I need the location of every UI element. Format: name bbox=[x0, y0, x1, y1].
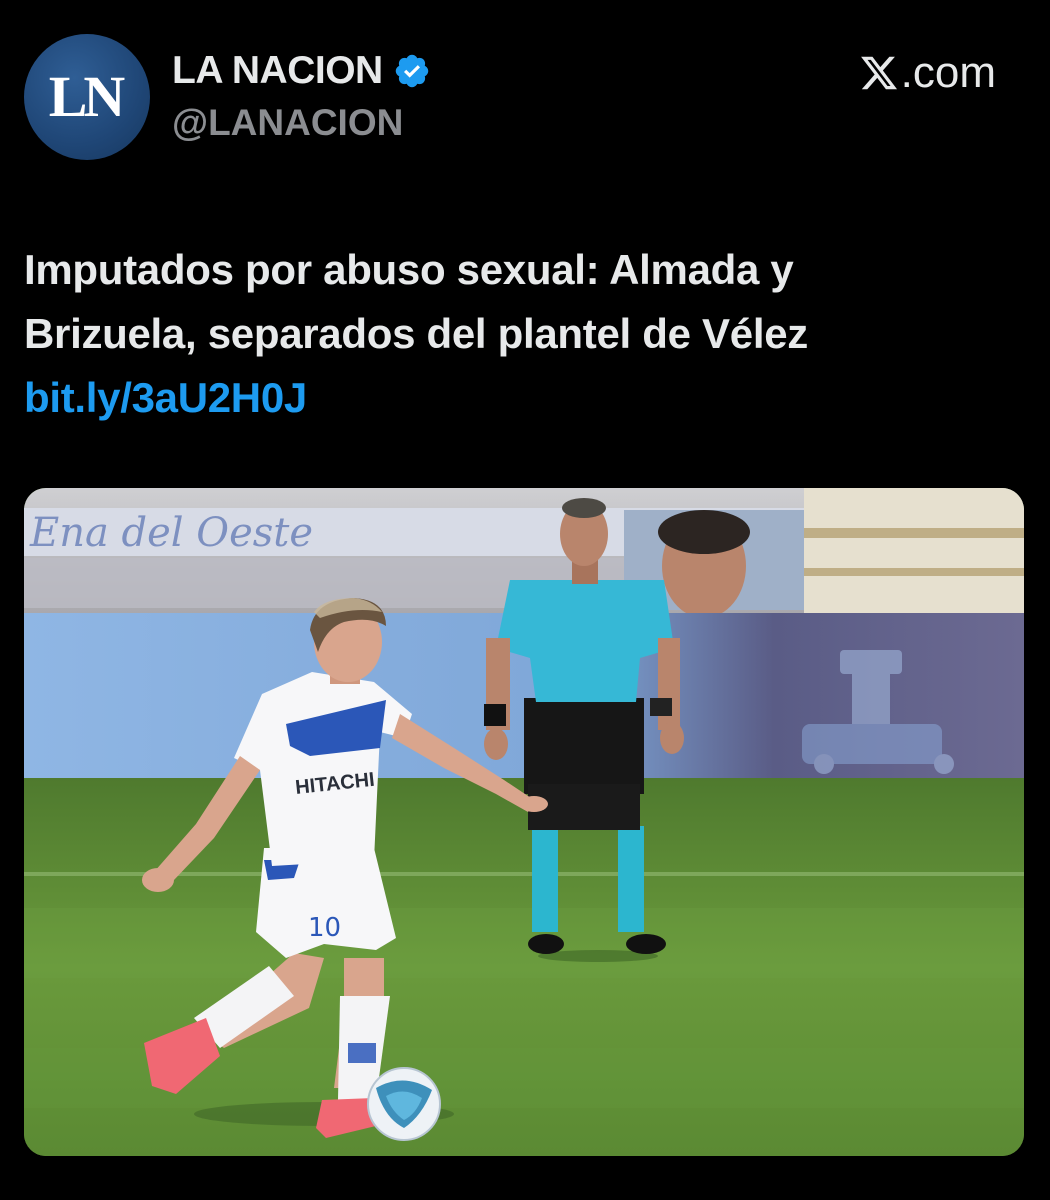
tweet-link[interactable]: bit.ly/3aU2H0J bbox=[24, 366, 1024, 430]
tweet-text-line-1: Imputados por abuso sexual: Almada y bbox=[24, 246, 794, 293]
account-handle[interactable]: @LANACION bbox=[172, 102, 431, 144]
tweet-media-image[interactable]: Ena del Oeste 10 HITACHI bbox=[24, 488, 1024, 1156]
tweet-text-line-2: Brizuela, separados del plantel de Vélez bbox=[24, 310, 808, 357]
stadium-banner-text: Ena del Oeste bbox=[29, 510, 313, 556]
soccer-ball bbox=[367, 1067, 441, 1141]
avatar-logo-text: LN bbox=[48, 64, 126, 129]
tweet-body: Imputados por abuso sexual: Almada y Bri… bbox=[24, 238, 1024, 430]
verified-badge-icon bbox=[395, 54, 428, 88]
shorts-number: 10 bbox=[308, 913, 341, 943]
tweet-header: LN LA NACION @LANACION .com bbox=[0, 0, 1050, 180]
x-logo-icon bbox=[860, 56, 897, 90]
display-name-row: LA NACION bbox=[172, 48, 431, 94]
display-name[interactable]: LA NACION bbox=[172, 49, 383, 93]
brand-domain: .com bbox=[900, 48, 996, 97]
x-brand: .com bbox=[859, 48, 996, 98]
account-info[interactable]: LA NACION @LANACION bbox=[172, 48, 431, 144]
match-photo: Ena del Oeste 10 HITACHI bbox=[24, 488, 1024, 1156]
avatar[interactable]: LN bbox=[24, 34, 150, 160]
